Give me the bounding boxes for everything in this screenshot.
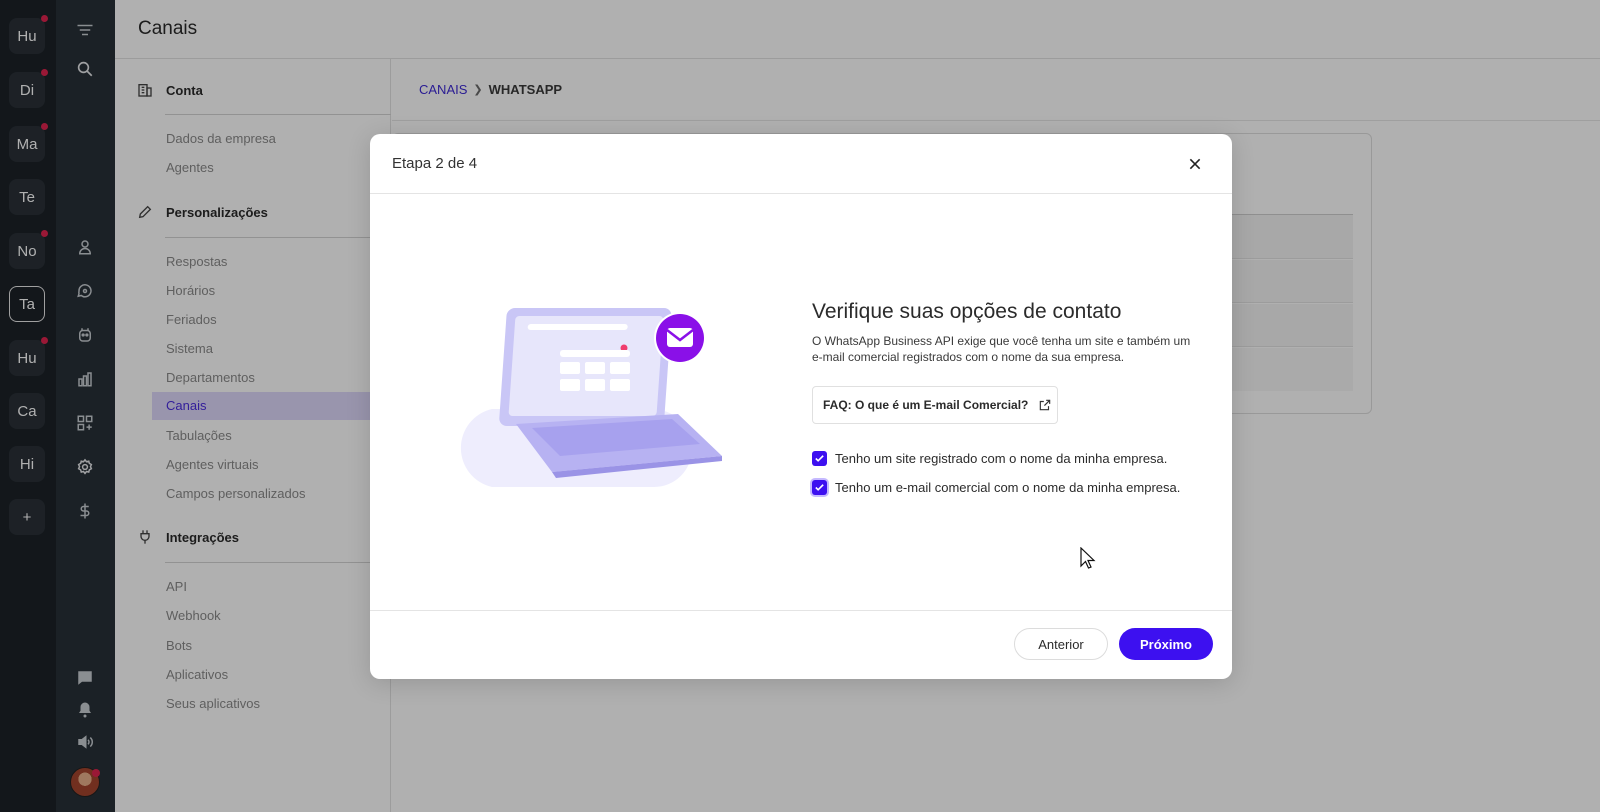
check-icon: [815, 455, 824, 462]
mouse-cursor-icon: [1080, 547, 1096, 569]
external-link-icon: [1038, 398, 1052, 412]
modal-header: Etapa 2 de 4: [370, 134, 1232, 194]
faq-link-button[interactable]: FAQ: O que é um E-mail Comercial?: [812, 386, 1058, 424]
checkbox-email-row[interactable]: Tenho um e-mail comercial com o nome da …: [812, 480, 1180, 495]
checkbox-site-label: Tenho um site registrado com o nome da m…: [835, 451, 1168, 466]
modal-description: O WhatsApp Business API exige que você t…: [812, 334, 1191, 364]
checkbox-site[interactable]: [812, 451, 827, 466]
checkbox-site-row[interactable]: Tenho um site registrado com o nome da m…: [812, 451, 1167, 466]
whatsapp-setup-modal: Etapa 2 de 4 Verifique suas opções de co…: [370, 134, 1232, 679]
next-button[interactable]: Próximo: [1119, 628, 1213, 660]
check-icon: [815, 484, 824, 491]
previous-button[interactable]: Anterior: [1014, 628, 1108, 660]
checkbox-email-label: Tenho um e-mail comercial com o nome da …: [835, 480, 1181, 495]
checkbox-email[interactable]: [812, 480, 827, 495]
close-icon: [1189, 158, 1201, 170]
close-button[interactable]: [1182, 151, 1208, 177]
faq-link-label: FAQ: O que é um E-mail Comercial?: [823, 398, 1029, 412]
modal-step-title: Etapa 2 de 4: [392, 155, 478, 172]
laptop-email-illustration: [460, 308, 722, 487]
modal-footer: Anterior Próximo: [370, 610, 1232, 679]
modal-heading: Verifique suas opções de contato: [812, 300, 1122, 323]
